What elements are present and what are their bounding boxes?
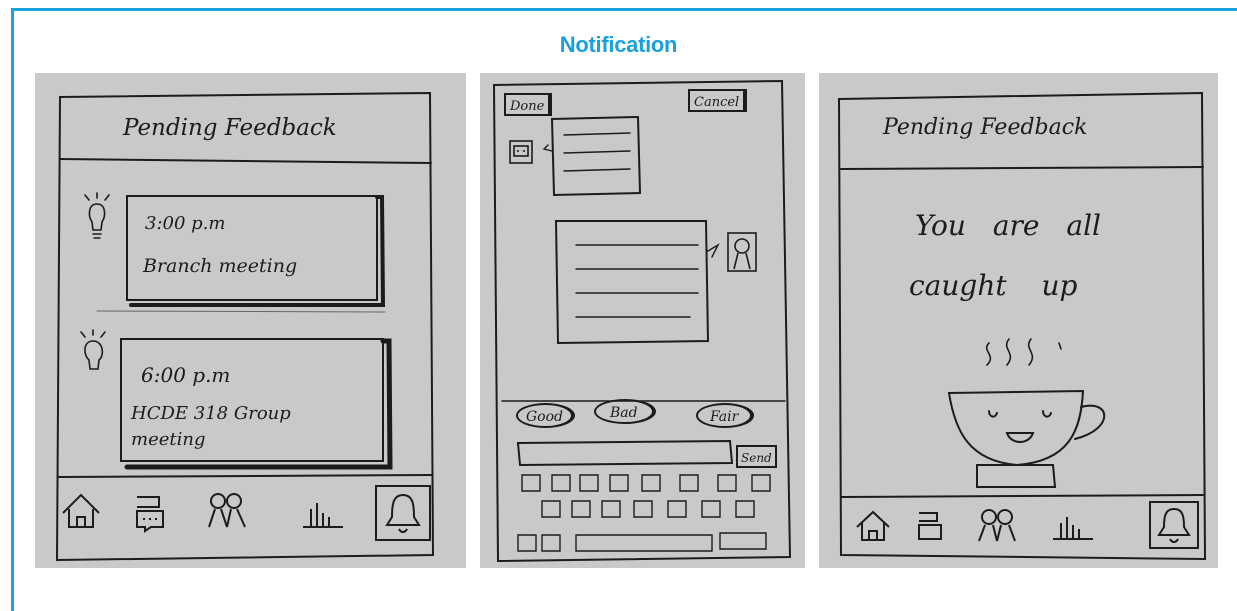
bulb-icon — [80, 329, 106, 370]
send-label: Send — [741, 451, 772, 465]
rating-bad-label: Bad — [610, 405, 638, 421]
avatar-icon — [509, 140, 533, 164]
rating-fair-button[interactable]: Fair — [696, 403, 755, 428]
sketch-feedback-chat: Done Cancel Good Bad Fair Send — [480, 73, 805, 568]
card2-time: 6:00 p.m — [141, 363, 231, 387]
slide-title: Notification — [559, 32, 678, 57]
people-icon[interactable] — [205, 491, 249, 531]
send-button[interactable]: Send — [736, 445, 777, 468]
home-icon[interactable] — [855, 509, 891, 543]
user-avatar-icon — [727, 232, 757, 272]
done-label: Done — [510, 99, 545, 114]
rating-bad-button[interactable]: Bad — [594, 399, 656, 424]
caught-up-message-line2: caught up — [909, 269, 1078, 302]
caught-up-message-line1: You are all — [915, 209, 1101, 242]
sketch-all-caught-up: Pending Feedback You are all caught up — [819, 73, 1218, 568]
cancel-button[interactable]: Cancel — [688, 89, 748, 112]
bell-button[interactable] — [1149, 501, 1199, 549]
bulb-icon — [84, 192, 110, 239]
bell-icon — [1157, 507, 1191, 543]
chat-icon[interactable] — [131, 493, 171, 533]
card2-event: HCDE 318 Group — [131, 403, 291, 424]
cancel-label: Cancel — [694, 95, 740, 110]
screen-header-title: Pending Feedback — [123, 115, 337, 141]
rating-good-button[interactable]: Good — [516, 403, 576, 428]
card1-time: 3:00 p.m — [145, 213, 226, 234]
rating-good-label: Good — [526, 409, 564, 425]
card2-event-cont: meeting — [131, 429, 206, 450]
bell-button[interactable] — [375, 485, 431, 541]
bell-icon — [385, 493, 421, 533]
done-button[interactable]: Done — [504, 93, 553, 116]
card1-event: Branch meeting — [143, 255, 298, 277]
sketch-pending-feedback-list: Pending Feedback 3:00 p.m Branch meeting… — [35, 73, 466, 568]
chart-icon[interactable] — [301, 499, 345, 531]
chat-icon[interactable] — [915, 509, 945, 543]
rating-fair-label: Fair — [710, 409, 739, 425]
home-icon[interactable] — [61, 491, 101, 531]
message-input[interactable] — [520, 443, 730, 463]
screen-header-title: Pending Feedback — [883, 115, 1088, 140]
phone-outline — [837, 91, 1207, 561]
people-icon[interactable] — [975, 507, 1019, 543]
chart-icon[interactable] — [1051, 513, 1095, 543]
